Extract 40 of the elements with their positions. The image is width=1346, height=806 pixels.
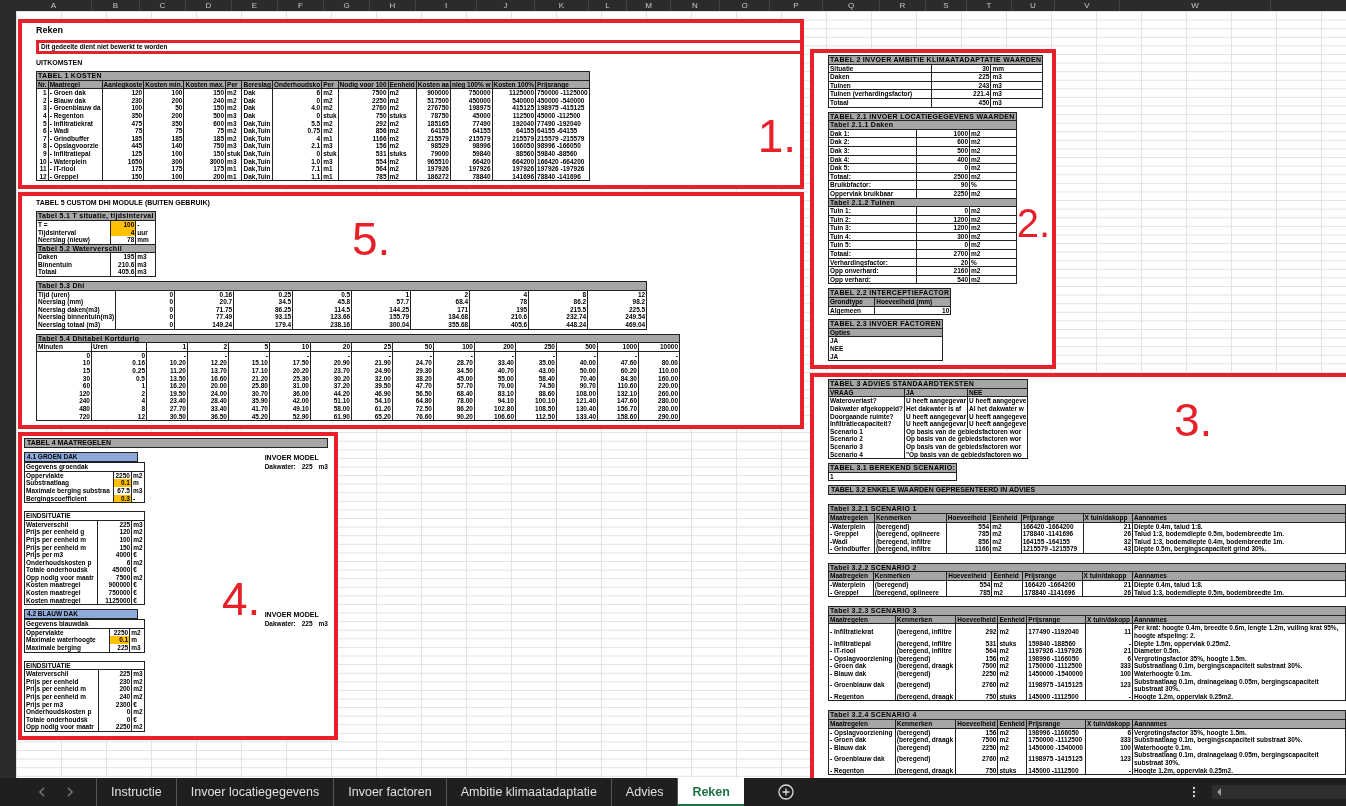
column-letter: A	[16, 0, 92, 11]
annotation-number: 5.	[352, 216, 391, 263]
column-letter: J	[477, 0, 535, 11]
sheet-tab[interactable]: Reken	[677, 778, 744, 806]
more-icon[interactable]	[1192, 786, 1196, 798]
column-letter: E	[232, 0, 278, 11]
column-letter: P	[770, 0, 823, 11]
scroll-left-icon[interactable]	[1216, 788, 1222, 796]
column-letter: F	[278, 0, 324, 11]
horizontal-scrollbar[interactable]	[1212, 785, 1346, 799]
column-letter: H	[370, 0, 416, 11]
column-letter: W	[1120, 0, 1271, 11]
column-letter: T	[967, 0, 1012, 11]
column-letter: K	[535, 0, 589, 11]
column-letter: D	[186, 0, 232, 11]
column-letter: R	[880, 0, 926, 11]
annotation-number: 3.	[1174, 397, 1213, 444]
column-letter: C	[140, 0, 186, 11]
column-letter: V	[1055, 0, 1120, 11]
add-sheet-icon[interactable]	[777, 784, 794, 800]
annotation-number: 4.	[222, 576, 261, 623]
column-letter: L	[589, 0, 627, 11]
column-letter: M	[627, 0, 671, 11]
column-letter: N	[671, 0, 720, 11]
sheet-tab[interactable]: Ambitie klimaatadaptatie	[445, 778, 611, 806]
column-letter: B	[92, 0, 140, 11]
sheet-tab[interactable]: Invoer factoren	[333, 778, 446, 806]
column-letter: G	[324, 0, 370, 11]
sheet-tab[interactable]: Instructie	[96, 778, 176, 806]
next-sheet-icon[interactable]	[66, 787, 74, 797]
annotation-number: 2.	[1016, 203, 1050, 243]
previous-sheet-icon[interactable]	[38, 787, 46, 797]
column-letter: I	[416, 0, 477, 11]
annotation-number: 1.	[757, 113, 796, 159]
sheet-title: Reken	[36, 25, 63, 36]
column-letter: Q	[823, 0, 880, 11]
column-letter: U	[1012, 0, 1055, 11]
sheet-tab[interactable]: Invoer locatiegegevens	[175, 778, 334, 806]
column-letter: O	[720, 0, 770, 11]
column-letter: S	[926, 0, 967, 11]
